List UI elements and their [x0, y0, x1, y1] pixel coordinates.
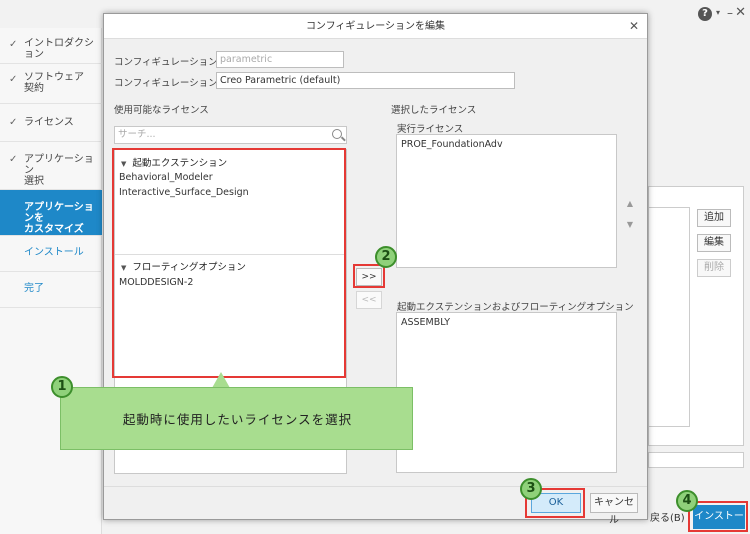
license-selection-highlight — [112, 148, 346, 378]
list-item[interactable]: PROE_FoundationAdv — [401, 139, 503, 150]
step-label: 完了 — [24, 283, 44, 294]
close-icon[interactable]: ✕ — [629, 19, 639, 33]
step-badge-1: 1 — [51, 376, 73, 398]
instruction-callout: 起動時に使用したいライセンスを選択 — [60, 387, 413, 450]
remove-from-selected-button: << — [356, 291, 382, 309]
install-button-highlight — [688, 501, 748, 532]
move-down-icon[interactable]: ▼ — [622, 217, 638, 233]
cancel-button[interactable]: キャンセル — [590, 493, 638, 526]
check-icon: ✓ — [9, 154, 18, 165]
step-complete[interactable]: 完了 — [0, 272, 102, 308]
runtime-license-label: 実行ライセンス — [397, 124, 464, 135]
dialog-title: コンフィギュレーションを編集 ✕ — [104, 14, 647, 39]
step-label: アプリケーション 選択 — [24, 154, 94, 187]
callout-text: 起動時に使用したいライセンスを選択 — [122, 412, 353, 427]
add-button[interactable]: 追加 — [697, 209, 731, 227]
close-icon[interactable]: ✕ — [735, 5, 746, 20]
help-icon[interactable]: ? — [698, 7, 712, 21]
check-icon: ✓ — [9, 74, 18, 85]
callout-pointer — [212, 372, 230, 388]
step-badge-2: 2 — [375, 246, 397, 268]
step-label: アプリケーションを カスタマイズ — [24, 202, 94, 235]
search-input[interactable]: サーチ... — [114, 126, 347, 144]
available-licenses-heading: 使用可能なライセンス — [114, 105, 209, 116]
step-badge-3: 3 — [520, 478, 542, 500]
step-introduction[interactable]: ✓ イントロダクション — [0, 28, 102, 64]
dialog-footer-divider — [104, 486, 647, 487]
outer-config-list[interactable] — [648, 207, 690, 427]
dialog-title-text: コンフィギュレーションを編集 — [305, 21, 446, 32]
step-application-select[interactable]: ✓ アプリケーション 選択 — [0, 142, 102, 190]
runtime-license-list[interactable]: PROE_FoundationAdv — [396, 134, 617, 268]
installer-steps-sidebar: ✓ イントロダクション ✓ ソフトウェア 契約 ✓ ライセンス ✓ アプリケーシ… — [0, 28, 102, 534]
step-install[interactable]: インストール — [0, 236, 102, 272]
minimize-icon[interactable]: – — [727, 6, 733, 20]
step-customize-application[interactable]: アプリケーションを カスタマイズ — [0, 190, 102, 236]
step-label: ライセンス — [24, 117, 74, 128]
step-badge-4: 4 — [676, 490, 698, 512]
extension-options-label: 起動エクステンションおよびフローティングオプション — [397, 302, 634, 313]
step-license[interactable]: ✓ ライセンス — [0, 104, 102, 142]
step-label: インストール — [24, 247, 84, 258]
config-desc-field[interactable]: Creo Parametric (default) — [216, 72, 515, 89]
step-software-agreement[interactable]: ✓ ソフトウェア 契約 — [0, 64, 102, 104]
search-icon[interactable] — [332, 129, 342, 139]
config-name-field: parametric — [216, 51, 344, 68]
list-item[interactable]: ASSEMBLY — [401, 317, 450, 328]
check-icon: ✓ — [9, 39, 18, 50]
delete-button: 削除 — [697, 259, 731, 277]
check-icon: ✓ — [9, 117, 18, 128]
back-button[interactable]: 戻る(B) — [650, 509, 685, 524]
step-label: ソフトウェア 契約 — [24, 72, 84, 94]
chevron-down-icon[interactable]: ▾ — [716, 8, 720, 17]
search-placeholder: サーチ... — [118, 129, 156, 140]
step-label: イントロダクション — [24, 38, 94, 60]
selected-licenses-heading: 選択したライセンス — [391, 105, 477, 116]
move-up-icon[interactable]: ▲ — [622, 196, 638, 212]
add-button-highlight — [353, 264, 385, 288]
extension-options-list[interactable]: ASSEMBLY — [396, 312, 617, 473]
config-name-label: コンフィギュレーション名: — [114, 57, 231, 68]
edit-button[interactable]: 編集 — [697, 234, 731, 252]
outer-status-strip — [648, 452, 744, 468]
